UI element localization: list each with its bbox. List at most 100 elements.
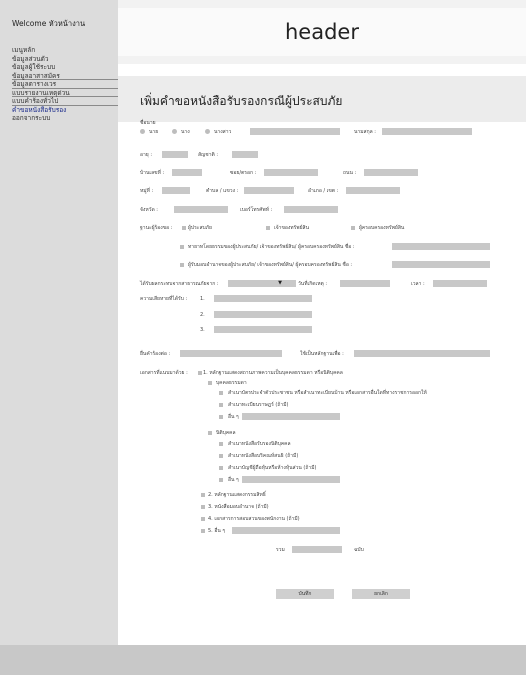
damage-input-3[interactable] (214, 326, 312, 333)
attach-check-4[interactable] (201, 517, 205, 521)
submit-to-input[interactable] (180, 350, 282, 357)
status-authorized-label: ผู้รับมอบอำนาจของผู้ประสบภัย/ เจ้าของทรั… (188, 262, 353, 268)
damage-number: 2. (200, 312, 205, 318)
subdistrict-input[interactable] (244, 187, 294, 194)
footer (0, 645, 526, 675)
age-input[interactable] (162, 151, 188, 158)
name-label: ชื่อนาย (140, 120, 156, 126)
district-input[interactable] (346, 187, 400, 194)
status-check-authorized[interactable] (180, 263, 184, 267)
time-label: เวลา : (411, 281, 425, 287)
status-possessor-label: ผู้ครอบครองทรัพย์สิน (359, 225, 405, 231)
attach-check-1[interactable] (198, 371, 202, 375)
np-census-label: สำเนาทะเบียนราษฎร์ (ถ้ามี) (228, 402, 289, 408)
jp-other-input[interactable] (242, 476, 340, 483)
sidebar-item-urgent-report[interactable]: แบบรายงานเหตุด่วน (12, 89, 118, 97)
attach-item-4-label: 4. เอกสารการสอบสวนของพนักงาน (ถ้ามี) (208, 516, 300, 522)
submit-to-label: ยื่นคำร้องต่อ : (140, 351, 171, 357)
authorized-name-input[interactable] (392, 261, 490, 268)
header: header (118, 8, 526, 56)
check-jp-other[interactable] (219, 478, 223, 482)
sidebar-item-general-request[interactable]: แบบคำร้องทั่วไป (12, 97, 118, 106)
time-input[interactable] (433, 280, 487, 287)
road-label: ถนน : (343, 170, 357, 176)
status-owner-label: เจ้าของทรัพย์สิน (274, 225, 309, 231)
sidebar-item-volunteers[interactable]: ข้อมูลอาสาสมัคร (12, 72, 118, 80)
copies-label: ฉบับ (354, 547, 364, 553)
status-heir-label: ทายาทโดยธรรมของผู้ประสบภัย/ เจ้าของทรัพย… (188, 244, 355, 250)
heir-name-input[interactable] (392, 243, 490, 250)
jp-shareholders-label: สำเนาบัญชีผู้ถือหุ้นหรือห้างหุ้นส่วน (ถ้… (228, 465, 317, 471)
damage-number: 1. (200, 296, 205, 302)
status-check-victim[interactable] (182, 226, 186, 230)
attachments-label: เอกสารที่แนบมาด้วย : (140, 370, 188, 376)
disaster-date-input[interactable] (340, 280, 390, 287)
page-title: เพิ่มคำขอหนังสือรับรองกรณีผู้ประสบภัย (140, 94, 343, 108)
first-name-input[interactable] (250, 128, 340, 135)
moo-label: หมู่ที่ : (140, 188, 154, 194)
sidebar-item-users[interactable]: ข้อมูลผู้ใช้ระบบ (12, 63, 118, 72)
province-input[interactable] (174, 206, 228, 213)
status-check-heir[interactable] (180, 245, 184, 249)
np-other-input[interactable] (242, 413, 340, 420)
sidebar-item-main[interactable]: เมนูหลัก (12, 46, 118, 55)
check-np-census[interactable] (219, 403, 223, 407)
surname-input[interactable] (382, 128, 472, 135)
road-input[interactable] (364, 169, 418, 176)
sidebar-item-certificate-request[interactable]: คำขอหนังสือรับรอง (12, 106, 118, 115)
moo-input[interactable] (162, 187, 190, 194)
main-content: เพิ่มคำขอหนังสือรับรองกรณีผู้ประสบภัย ชื… (118, 64, 526, 645)
attach-check-5[interactable] (201, 529, 205, 533)
jp-certificate-label: สำเนาหนังสือรับรองนิติบุคคล (228, 441, 291, 447)
save-button[interactable]: บันทึก (276, 589, 334, 599)
phone-label: เบอร์โทรศัพท์ : (240, 207, 273, 213)
purpose-input[interactable] (354, 350, 490, 357)
surname-label: นามสกุล : (354, 129, 376, 135)
nationality-input[interactable] (232, 151, 258, 158)
sidebar: Welcome หัวหน้างาน เมนูหลัก ข้อมูลส่วนตั… (0, 0, 118, 645)
sidebar-item-logout[interactable]: ออกจากระบบ (12, 114, 118, 123)
title-radio-mrs[interactable] (172, 129, 177, 134)
cancel-button[interactable]: ยกเลิก (352, 589, 410, 599)
title-band: เพิ่มคำขอหนังสือรับรองกรณีผู้ประสบภัย (118, 76, 526, 122)
house-no-label: บ้านเลขที่ : (140, 170, 165, 176)
phone-input[interactable] (284, 206, 338, 213)
check-np-id-card[interactable] (219, 391, 223, 395)
alley-input[interactable] (264, 169, 318, 176)
check-np-other[interactable] (219, 415, 223, 419)
sidebar-item-schedule[interactable]: ข้อมูลตารางเวร (12, 80, 118, 89)
check-natural-person[interactable] (208, 381, 212, 385)
disaster-type-select[interactable]: ▼ (228, 280, 296, 287)
damage-input-2[interactable] (214, 311, 312, 318)
house-no-input[interactable] (172, 169, 202, 176)
damage-label: ความเสียหายที่ได้รับ : (140, 296, 188, 302)
jp-other-label: อื่น ๆ (228, 477, 239, 483)
attach-check-2[interactable] (201, 493, 205, 497)
attach-item-5-label: 5. อื่น ๆ (208, 528, 226, 534)
check-juristic-person[interactable] (208, 431, 212, 435)
purpose-label: ใช้เป็นหลักฐานเพื่อ : (300, 351, 344, 357)
attach-item-2-label: 2. หลักฐานแสดงกรรมสิทธิ์ (208, 492, 266, 498)
natural-person-label: บุคคลธรรมดา (216, 380, 247, 386)
title-radio-mr[interactable] (140, 129, 145, 134)
attach-check-3[interactable] (201, 505, 205, 509)
nationality-label: สัญชาติ : (198, 152, 219, 158)
sidebar-item-profile[interactable]: ข้อมูลส่วนตัว (12, 55, 118, 64)
attach-other-input[interactable] (232, 527, 340, 534)
attach-item-3-label: 3. หนังสือมอบอำนาจ (ถ้ามี) (208, 504, 269, 510)
disaster-date-label: วันที่เกิดเหตุ : (298, 281, 328, 287)
status-check-possessor[interactable] (351, 226, 355, 230)
check-jp-certificate[interactable] (219, 442, 223, 446)
caret-down-icon: ▼ (278, 280, 282, 286)
title-radio-miss[interactable] (205, 129, 210, 134)
status-label: ฐานะผู้ร้องขอ : (140, 225, 173, 231)
check-jp-memorandum[interactable] (219, 454, 223, 458)
damage-input-1[interactable] (214, 295, 312, 302)
status-check-owner[interactable] (266, 226, 270, 230)
total-input[interactable] (292, 546, 342, 553)
check-jp-shareholders[interactable] (219, 466, 223, 470)
title-mrs-label: นาง (181, 129, 190, 135)
damage-number: 3. (200, 327, 205, 333)
province-label: จังหวัด : (140, 207, 158, 213)
np-id-card-label: สำเนาบัตรประจำตัวประชาชน หรือสำเนาทะเบีย… (228, 390, 427, 396)
